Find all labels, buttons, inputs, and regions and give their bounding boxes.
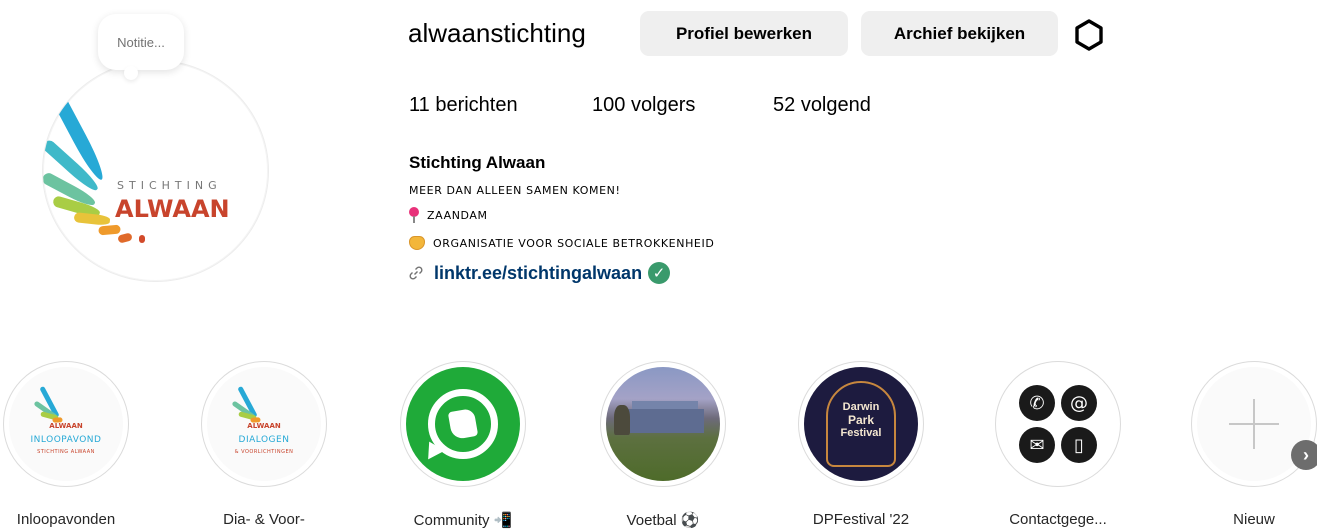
festival-logo-icon: Darwin Park Festival [804,367,918,481]
highlight-cover[interactable] [400,361,526,487]
bio-line: ZAANDAM [409,207,488,223]
profile-avatar[interactable]: STICHTING ALWAAN [42,60,269,282]
profile-full-name: Stichting Alwaan [409,153,546,172]
avatar-logo-main-text: ALWAAN [115,195,230,223]
highlight-label: Nieuw [1233,511,1275,528]
logo-text: ALWAAN [247,422,281,430]
highlight-cover[interactable]: ALWAAN DIALOGEN & VOORLICHTINGEN [201,361,327,487]
logo-text: DIALOGEN [238,435,290,445]
followers-count-value: 100 [592,94,626,116]
gear-icon[interactable] [1072,18,1106,52]
highlight-cover[interactable]: ✆ @ ✉ ▯ [995,361,1121,487]
link-icon [409,266,423,280]
bio-line: ORGANISATIE VOOR SOCIALE BETROKKENHEID [409,236,714,250]
pin-icon [409,207,419,223]
at-icon: @ [1061,385,1097,421]
highlight-label: Inloopavonden [16,511,116,528]
avatar-logo-top-text: STICHTING [117,179,222,192]
mail-icon: ✉ [1019,427,1055,463]
profile-username: alwaanstichting [408,18,586,48]
football-field-photo [606,367,720,481]
highlight-cover[interactable] [600,361,726,487]
highlight-item[interactable]: Voetbal ⚽ [598,361,728,529]
photo-tree [614,405,630,435]
logo-text: Festival [840,427,882,439]
handshake-icon [409,236,425,250]
highlight-item[interactable]: Darwin Park Festival DPFestival '22 [796,361,926,528]
phone-icon: ✆ [1019,385,1055,421]
alwaan-logo-icon: ALWAAN INLOOPAVOND STICHTING ALWAAN [9,367,123,481]
bio-link-text[interactable]: linktr.ee/stichtingalwaan [434,263,642,284]
highlight-item[interactable]: ✆ @ ✉ ▯ Contactgege... [993,361,1123,528]
posts-count: 11 berichten [409,94,518,117]
bio-line: MEER DAN ALLEEN SAMEN KOMEN! [409,184,621,197]
following-count-label: volgend [800,94,871,116]
followers-count[interactable]: 100 volgers [592,94,695,117]
logo-text: INLOOPAVOND [30,435,102,445]
bio-link[interactable]: linktr.ee/stichtingalwaan ✓ [408,262,671,284]
highlight-label: Contactgege... [1009,511,1107,528]
note-text: Notitie... [117,34,165,50]
following-count[interactable]: 52 volgend [773,94,871,117]
highlight-label: Voetbal ⚽ [626,512,700,529]
highlight-item[interactable]: ALWAAN INLOOPAVOND STICHTING ALWAAN Inlo… [1,361,131,528]
highlight-item[interactable]: Community 📲 [398,361,528,529]
following-count-value: 52 [773,94,796,116]
whatsapp-icon [406,367,520,481]
mobile-icon: ▯ [1061,427,1097,463]
bio-line-text: ZAANDAM [427,208,488,222]
bio-line-text: ORGANISATIE VOOR SOCIALE BETROKKENHEID [433,236,715,250]
photo-building [626,409,704,433]
logo-wing-shape [73,212,111,226]
logo-wing-shape [117,232,133,244]
note-bubble[interactable]: Notitie... [98,14,184,80]
posts-count-label: berichten [435,94,518,116]
logo-wing-shape [139,235,145,243]
logo-text: ALWAAN [49,422,83,430]
alwaan-logo-icon: ALWAAN DIALOGEN & VOORLICHTINGEN [207,367,321,481]
view-archive-button[interactable]: Archief bekijken [861,11,1058,56]
logo-text: Park [847,413,875,427]
highlight-label: Dia- & Voor- [223,511,305,528]
check-badge-icon: ✓ [648,262,671,284]
avatar-image[interactable]: STICHTING ALWAAN [42,60,269,282]
logo-text: Darwin [842,401,880,413]
edit-profile-button[interactable]: Profiel bewerken [640,11,848,56]
followers-count-label: volgers [630,94,696,116]
plus-vertical-bar [1253,399,1255,449]
bio-line-text: MEER DAN ALLEEN SAMEN KOMEN! [409,184,621,197]
logo-text: STICHTING ALWAAN [37,449,95,455]
logo-text: & VOORLICHTINGEN [234,449,294,455]
chevron-right-icon[interactable]: › [1291,440,1317,470]
highlight-item[interactable]: ALWAAN DIALOGEN & VOORLICHTINGEN Dia- & … [199,361,329,528]
highlight-label: Community 📲 [413,512,513,529]
highlight-cover[interactable]: ALWAAN INLOOPAVOND STICHTING ALWAAN [3,361,129,487]
posts-count-value: 11 [409,94,430,116]
logo-wing-shape [98,224,121,236]
contact-icons: ✆ @ ✉ ▯ [1001,367,1115,481]
highlight-label: DPFestival '22 [812,511,910,528]
highlight-cover[interactable]: Darwin Park Festival [798,361,924,487]
